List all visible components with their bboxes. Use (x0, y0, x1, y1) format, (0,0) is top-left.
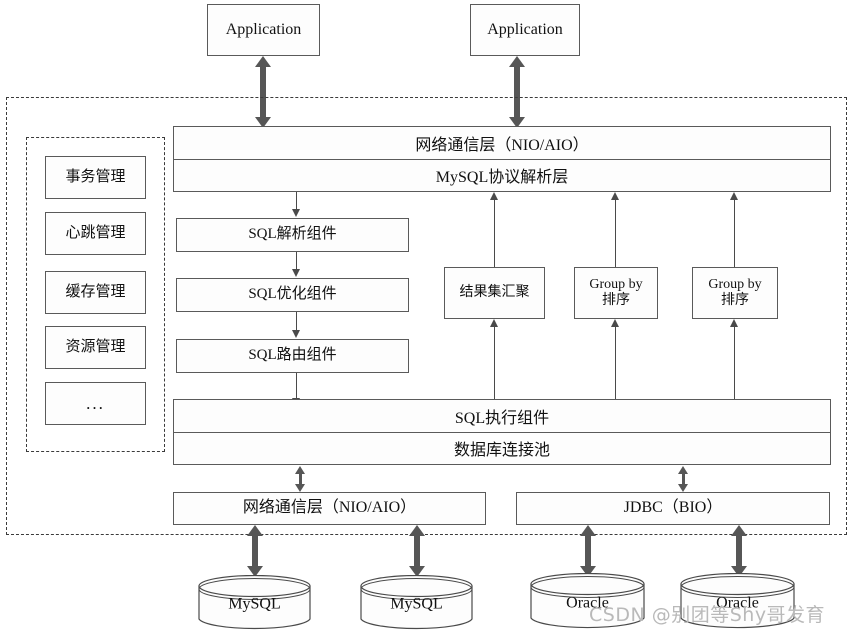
diagram-canvas: Application Application 事务管理 心跳管理 缓存管理 资… (0, 0, 854, 635)
aggregation-up-line-3 (734, 200, 735, 267)
db-connection-pool-label: 数据库连接池 (453, 442, 550, 460)
exec-to-aggregation-head-3 (730, 319, 738, 327)
database-label: MySQL (390, 594, 443, 612)
transport-to-db-arrow-4 (731, 525, 747, 577)
aggregation-up-line-1 (494, 200, 495, 267)
group-by-sort-box-2[interactable]: Group by 排序 (692, 267, 778, 319)
pipeline-arrow-line-4 (296, 373, 297, 399)
group-by-sort-label: Group by 排序 (708, 276, 762, 308)
group-by-sort-label: Group by 排序 (589, 276, 643, 308)
pipeline-arrow-head-3 (292, 330, 300, 338)
management-item-label: ... (86, 393, 105, 413)
transport-to-db-arrow-3 (580, 525, 596, 577)
mysql-protocol-layer-row[interactable]: MySQL协议解析层 (174, 158, 830, 192)
transport-to-db-arrow-2 (409, 525, 425, 577)
sql-route-component-label: SQL路由组件 (248, 347, 337, 364)
application-label: Application (487, 20, 563, 38)
pipeline-arrow-line-1 (296, 192, 297, 210)
sql-execution-component-label: SQL执行组件 (454, 409, 550, 427)
group-by-sort-box-1[interactable]: Group by 排序 (574, 267, 658, 319)
network-communication-layer-label: 网络通信层（NIO/AIO） (242, 499, 417, 517)
pipeline-arrow-line-2 (296, 252, 297, 270)
management-item-more[interactable]: ... (45, 382, 146, 425)
transport-to-db-arrow-1 (247, 525, 263, 577)
exec-to-aggregation-line-1 (494, 327, 495, 399)
aggregation-up-head-3 (730, 192, 738, 200)
management-item-label: 心跳管理 (65, 224, 126, 241)
aggregation-up-line-2 (615, 200, 616, 267)
network-communication-layer-label: 网络通信层（NIO/AIO） (415, 136, 589, 154)
jdbc-box[interactable]: JDBC（BIO） (516, 492, 830, 525)
pipeline-arrow-line-3 (296, 312, 297, 331)
network-communication-layer-row[interactable]: 网络通信层（NIO/AIO） (174, 127, 830, 159)
application-box-2[interactable]: Application (470, 4, 580, 56)
jdbc-label: JDBC（BIO） (623, 499, 723, 517)
management-item-resource[interactable]: 资源管理 (45, 326, 146, 369)
pipeline-arrow-head-1 (292, 209, 300, 217)
sql-execution-component-row[interactable]: SQL执行组件 (174, 400, 830, 432)
database-label: MySQL (228, 594, 281, 612)
exec-to-aggregation-line-2 (615, 327, 616, 399)
sql-parse-component-label: SQL解析组件 (248, 226, 337, 243)
exec-to-network-arrow (295, 466, 305, 492)
management-item-transaction[interactable]: 事务管理 (45, 156, 146, 199)
db-connection-pool-row[interactable]: 数据库连接池 (174, 431, 830, 465)
exec-to-aggregation-line-3 (734, 327, 735, 399)
management-item-label: 缓存管理 (65, 283, 126, 300)
management-item-label: 资源管理 (65, 338, 126, 355)
application-box-1[interactable]: Application (207, 4, 320, 56)
result-set-aggregation-box[interactable]: 结果集汇聚 (444, 267, 545, 319)
aggregation-up-head-2 (611, 192, 619, 200)
watermark: CSDN @别团等Shy哥发育 (589, 604, 826, 626)
management-item-cache[interactable]: 缓存管理 (45, 271, 146, 314)
network-communication-layer-box[interactable]: 网络通信层（NIO/AIO） (173, 492, 486, 525)
mysql-protocol-layer-label: MySQL协议解析层 (435, 169, 569, 187)
aggregation-up-head-1 (490, 192, 498, 200)
sql-parse-component[interactable]: SQL解析组件 (176, 218, 409, 252)
result-set-aggregation-label: 结果集汇聚 (459, 284, 530, 300)
sql-route-component[interactable]: SQL路由组件 (176, 339, 409, 373)
exec-to-jdbc-arrow (678, 466, 688, 492)
application-label: Application (225, 20, 302, 38)
sql-optimize-component-label: SQL优化组件 (248, 286, 337, 303)
exec-to-aggregation-head-2 (611, 319, 619, 327)
execution-stack: SQL执行组件 数据库连接池 (173, 399, 831, 465)
top-protocol-stack: 网络通信层（NIO/AIO） MySQL协议解析层 (173, 126, 831, 192)
exec-to-aggregation-head-1 (490, 319, 498, 327)
database-cylinder-mysql-1[interactable]: MySQL (198, 575, 311, 630)
sql-optimize-component[interactable]: SQL优化组件 (176, 278, 409, 312)
management-item-label: 事务管理 (65, 168, 126, 185)
management-item-heartbeat[interactable]: 心跳管理 (45, 212, 146, 255)
database-cylinder-mysql-2[interactable]: MySQL (360, 575, 473, 630)
pipeline-arrow-head-2 (292, 269, 300, 277)
